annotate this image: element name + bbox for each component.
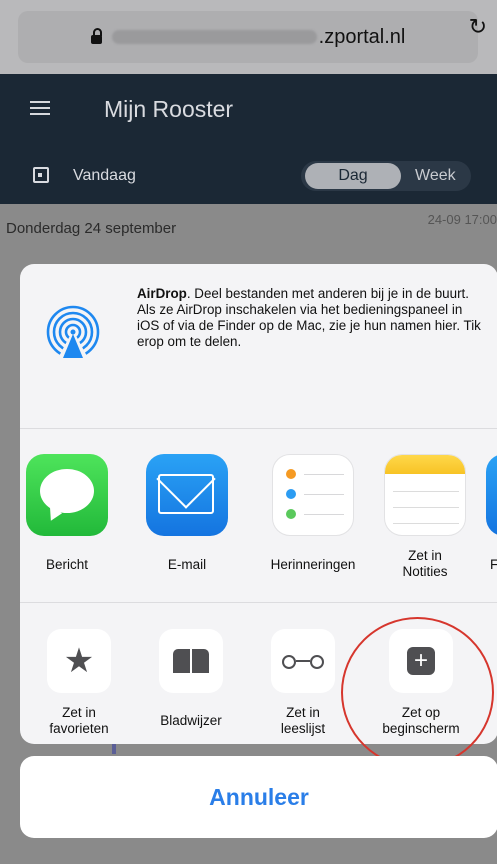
page-title: Mijn Rooster <box>104 96 234 122</box>
url-domain: .zportal.nl <box>318 25 406 48</box>
date-heading: Donderdag 24 september <box>6 220 177 237</box>
share-app-label: Bericht <box>45 557 89 572</box>
share-app-reminders[interactable]: Herinneringen <box>252 454 374 573</box>
reading-list-icon <box>271 629 335 693</box>
url-redacted-part <box>111 30 317 44</box>
airdrop-section[interactable]: AirDrop. Deel bestanden met anderen bij … <box>20 264 497 429</box>
share-app-messages[interactable]: Bericht <box>22 454 112 573</box>
airdrop-text: . Deel bestanden met anderen bij je in d… <box>137 286 481 349</box>
airdrop-description: AirDrop. Deel bestanden met anderen bij … <box>137 286 483 350</box>
tab-day[interactable]: Dag <box>305 163 401 189</box>
schedule-toolbar: Vandaag Dag Week <box>0 146 497 204</box>
share-app-mail[interactable]: E-mail <box>142 454 232 573</box>
highlight-circle <box>341 617 494 768</box>
action-label: Zet in leeslijst <box>280 705 326 736</box>
share-apps-row: Bericht E-mail Herinneringen Zet in Noti… <box>20 429 497 603</box>
browser-url-bar: .zportal.nl ↻ <box>0 0 497 74</box>
date-time: 24-09 17:00 <box>427 212 497 227</box>
today-button[interactable]: Vandaag <box>73 167 136 185</box>
view-switch: Dag Week <box>301 161 471 191</box>
lock-icon <box>90 27 102 44</box>
reminders-icon <box>272 454 354 536</box>
share-app-partial-label: F <box>490 557 497 572</box>
star-icon: ★ <box>47 629 111 693</box>
action-label: Bladwijzer <box>160 713 222 728</box>
airdrop-icon <box>46 305 100 360</box>
day-header: Donderdag 24 september 24-09 17:00 <box>0 204 497 260</box>
share-app-partial-icon[interactable] <box>486 454 497 536</box>
share-app-label: E-mail <box>167 557 207 572</box>
airdrop-title: AirDrop <box>137 286 187 301</box>
tab-week[interactable]: Week <box>415 163 465 189</box>
app-header: Mijn Rooster <box>0 74 497 146</box>
share-app-notes[interactable]: Zet in Notities <box>370 454 480 580</box>
notes-icon <box>384 454 466 536</box>
action-add-favorite[interactable]: ★ Zet in favorieten <box>24 629 134 737</box>
appointment-fragment <box>112 744 116 754</box>
cancel-button[interactable]: Annuleer <box>20 756 497 838</box>
menu-icon[interactable] <box>30 101 50 115</box>
action-bookmark[interactable]: Bladwijzer <box>136 629 246 729</box>
reload-icon[interactable]: ↻ <box>469 14 487 40</box>
address-field[interactable]: .zportal.nl <box>18 11 478 63</box>
share-app-label: Zet in Notities <box>402 548 448 579</box>
messages-icon <box>26 454 108 536</box>
mail-icon <box>146 454 228 536</box>
share-app-label: Herinneringen <box>270 557 356 572</box>
bookmark-icon <box>159 629 223 693</box>
action-label: Zet in favorieten <box>49 705 109 736</box>
calendar-icon[interactable] <box>33 167 49 183</box>
